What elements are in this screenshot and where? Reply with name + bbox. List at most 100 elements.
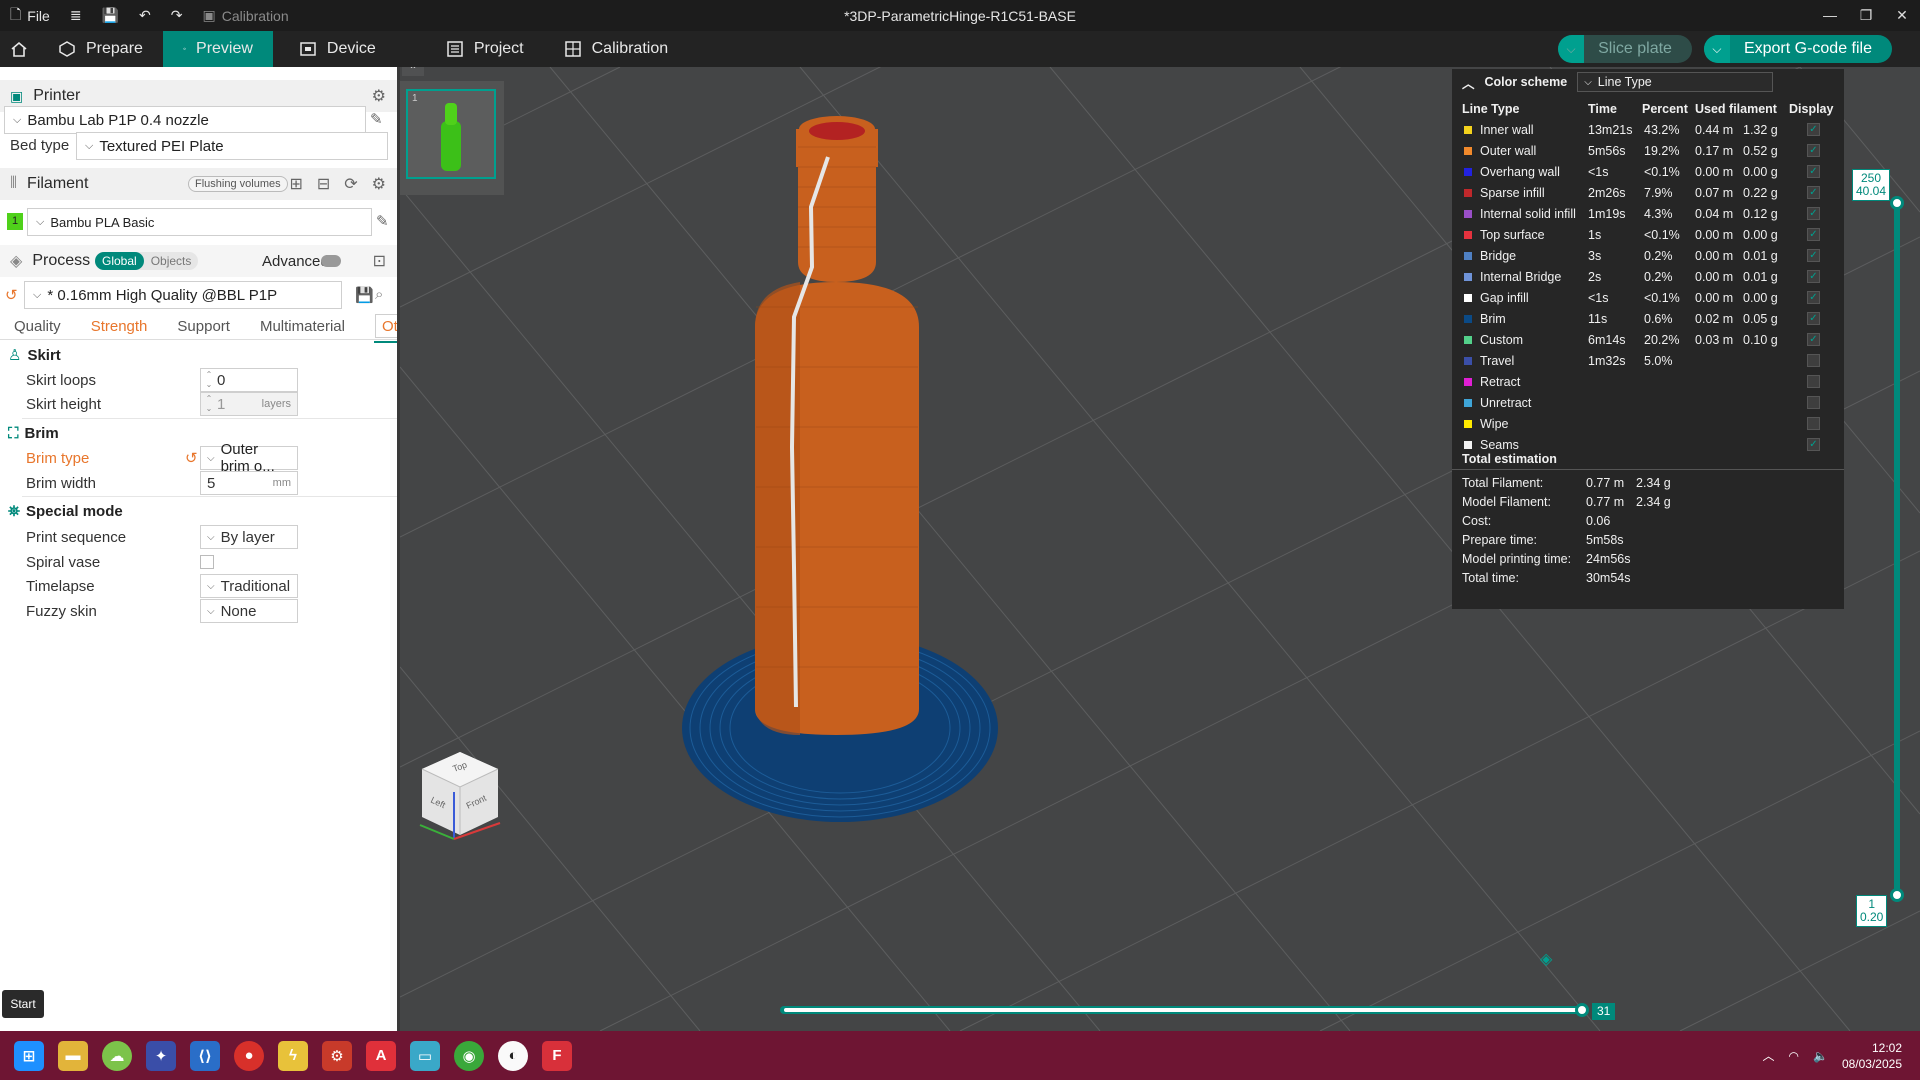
chrome-icon[interactable]: ◉ bbox=[454, 1040, 484, 1071]
bambu-studio-icon[interactable]: ◐ bbox=[498, 1040, 528, 1071]
tab-preview[interactable]: Preview bbox=[162, 31, 273, 67]
brim-width-input[interactable]: 5 mm bbox=[200, 471, 298, 495]
tab-support[interactable]: Support bbox=[177, 318, 230, 335]
close-icon[interactable]: ✕ bbox=[1884, 0, 1920, 31]
file-explorer-icon[interactable]: ▬ bbox=[58, 1040, 88, 1071]
stepper-icon[interactable]: ⌃ ⌄ bbox=[201, 370, 217, 390]
windows-start-icon[interactable]: ⊞ bbox=[14, 1040, 44, 1071]
filament-settings-icon[interactable]: ⚙ bbox=[372, 174, 386, 194]
collapse-icon[interactable]: ︿ bbox=[1462, 73, 1475, 92]
process-preset-select[interactable]: ⌵ * 0.16mm High Quality @BBL P1P bbox=[24, 281, 342, 309]
app-lightning-icon[interactable]: ϟ bbox=[278, 1040, 308, 1071]
chevron-up-icon[interactable]: ︿ bbox=[1762, 1047, 1774, 1064]
printer-settings-icon[interactable]: ⚙ bbox=[372, 86, 386, 106]
printer-select[interactable]: ⌵ Bambu Lab P1P 0.4 nozzle bbox=[4, 106, 366, 134]
display-checkbox[interactable] bbox=[1807, 375, 1820, 388]
color-swatch bbox=[1464, 272, 1472, 281]
display-checkbox[interactable]: ✓ bbox=[1807, 144, 1820, 157]
sync-filament-icon[interactable]: ⟳ bbox=[344, 174, 357, 194]
add-filament-icon[interactable]: ⊞ bbox=[289, 174, 302, 194]
save-icon[interactable]: 💾 bbox=[92, 7, 129, 24]
minimize-icon[interactable]: — bbox=[1812, 0, 1848, 31]
process-compare-icon[interactable]: ⊡ bbox=[373, 251, 386, 271]
display-checkbox[interactable]: ✓ bbox=[1807, 249, 1820, 262]
app-wolf-icon[interactable]: ✦ bbox=[146, 1040, 176, 1071]
tab-project[interactable]: Project bbox=[426, 31, 544, 67]
layers-icon[interactable]: ◈ bbox=[1540, 949, 1552, 969]
reset-icon[interactable]: ↺ bbox=[5, 286, 18, 304]
app-gear-icon[interactable]: ⚙ bbox=[322, 1040, 352, 1071]
volume-icon[interactable]: 🔈 bbox=[1813, 1049, 1828, 1063]
tab-calibration[interactable]: Calibration bbox=[544, 31, 688, 67]
print-sequence-select[interactable]: ⌵ By layer bbox=[200, 525, 298, 549]
display-checkbox[interactable]: ✓ bbox=[1807, 438, 1820, 451]
objects-option[interactable]: Objects bbox=[144, 252, 199, 270]
spiral-vase-checkbox[interactable] bbox=[200, 555, 214, 569]
advanced-toggle[interactable] bbox=[321, 255, 341, 267]
color-scheme-select[interactable]: ⌵ Line Type bbox=[1577, 72, 1774, 92]
display-checkbox[interactable] bbox=[1807, 354, 1820, 367]
filament-select[interactable]: ⌵ Bambu PLA Basic bbox=[27, 208, 372, 236]
title-bar: 🗋 File ≣ 💾 ↶ ↷ ▣ Calibration *3DP-Parame… bbox=[0, 0, 1920, 31]
wifi-icon[interactable]: ◠ bbox=[1789, 1049, 1799, 1063]
display-checkbox[interactable]: ✓ bbox=[1807, 333, 1820, 346]
menu-icon[interactable]: ≣ bbox=[60, 7, 92, 24]
restore-icon[interactable]: ❐ bbox=[1848, 0, 1884, 31]
plate-thumbnail[interactable]: 1 bbox=[406, 89, 496, 179]
collapse-sidebar-icon[interactable]: ‹› bbox=[402, 67, 424, 76]
timelapse-select[interactable]: ⌵ Traditional bbox=[200, 574, 298, 598]
layer-slider-bottom-handle[interactable] bbox=[1890, 888, 1904, 902]
cloud-app-icon[interactable]: ☁ bbox=[102, 1040, 132, 1071]
bed-type-select[interactable]: ⌵ Textured PEI Plate bbox=[76, 132, 388, 160]
fuzzy-skin-select[interactable]: ⌵ None bbox=[200, 599, 298, 623]
skirt-height-input[interactable]: ⌃ ⌄ 1 layers bbox=[200, 392, 298, 416]
global-option[interactable]: Global bbox=[95, 252, 144, 270]
undo-icon[interactable]: ↶ bbox=[129, 7, 161, 24]
export-dropdown-icon[interactable]: ⌵ bbox=[1703, 35, 1730, 63]
stepper-icon[interactable]: ⌃ ⌄ bbox=[201, 394, 217, 414]
display-checkbox[interactable]: ✓ bbox=[1807, 291, 1820, 304]
navigation-cube[interactable]: Top Left Front bbox=[410, 747, 510, 847]
file-menu[interactable]: 🗋 File bbox=[0, 4, 60, 28]
display-checkbox[interactable]: ✓ bbox=[1807, 123, 1820, 136]
line-type-percent: 19.2% bbox=[1644, 143, 1680, 158]
display-checkbox[interactable]: ✓ bbox=[1807, 186, 1820, 199]
app-monitor-icon[interactable]: ▭ bbox=[410, 1040, 440, 1071]
display-checkbox[interactable]: ✓ bbox=[1807, 228, 1820, 241]
slice-plate-button[interactable]: ⌵ Slice plate bbox=[1558, 35, 1692, 63]
redo-icon[interactable]: ↷ bbox=[161, 7, 193, 24]
edit-filament-icon[interactable]: ✎ bbox=[376, 212, 389, 230]
display-checkbox[interactable]: ✓ bbox=[1807, 165, 1820, 178]
reset-icon[interactable]: ↺ bbox=[185, 449, 198, 467]
global-objects-toggle[interactable]: Global Objects bbox=[95, 252, 199, 270]
tab-prepare[interactable]: Prepare bbox=[38, 31, 163, 67]
display-checkbox[interactable]: ✓ bbox=[1807, 207, 1820, 220]
app-a-icon[interactable]: A bbox=[366, 1040, 396, 1071]
filament-slot-badge[interactable]: 1 bbox=[7, 213, 23, 230]
search-icon[interactable]: ⌕ bbox=[375, 286, 383, 303]
layer-slider-track[interactable] bbox=[1894, 200, 1900, 896]
tab-quality[interactable]: Quality bbox=[14, 318, 61, 335]
display-checkbox[interactable] bbox=[1807, 396, 1820, 409]
display-checkbox[interactable]: ✓ bbox=[1807, 270, 1820, 283]
display-checkbox[interactable]: ✓ bbox=[1807, 312, 1820, 325]
slice-dropdown-icon[interactable]: ⌵ bbox=[1558, 35, 1585, 63]
tab-device[interactable]: Device bbox=[279, 31, 396, 67]
brim-type-select[interactable]: ⌵ Outer brim o... bbox=[200, 441, 298, 475]
taskbar-clock[interactable]: 12:02 08/03/2025 bbox=[1842, 1040, 1902, 1072]
app-f-icon[interactable]: F bbox=[542, 1040, 572, 1071]
display-checkbox[interactable] bbox=[1807, 417, 1820, 430]
export-gcode-button[interactable]: ⌵ Export G-code file bbox=[1703, 35, 1892, 63]
tab-strength[interactable]: Strength bbox=[91, 318, 148, 335]
tab-multimaterial[interactable]: Multimaterial bbox=[260, 318, 345, 335]
layer-slider-top-handle[interactable] bbox=[1890, 196, 1904, 210]
home-icon[interactable] bbox=[0, 31, 38, 67]
save-preset-icon[interactable]: 💾 bbox=[355, 286, 374, 304]
app-red-circle-icon[interactable]: ● bbox=[234, 1040, 264, 1071]
move-slider-handle[interactable] bbox=[1575, 1003, 1589, 1017]
calibration-menu[interactable]: ▣ Calibration bbox=[192, 7, 298, 24]
vscode-icon[interactable]: ⟨⟩ bbox=[190, 1040, 220, 1071]
remove-filament-icon[interactable]: ⊟ bbox=[317, 174, 330, 194]
edit-printer-icon[interactable]: ✎ bbox=[370, 110, 383, 128]
flushing-volumes-button[interactable]: Flushing volumes bbox=[188, 176, 288, 192]
